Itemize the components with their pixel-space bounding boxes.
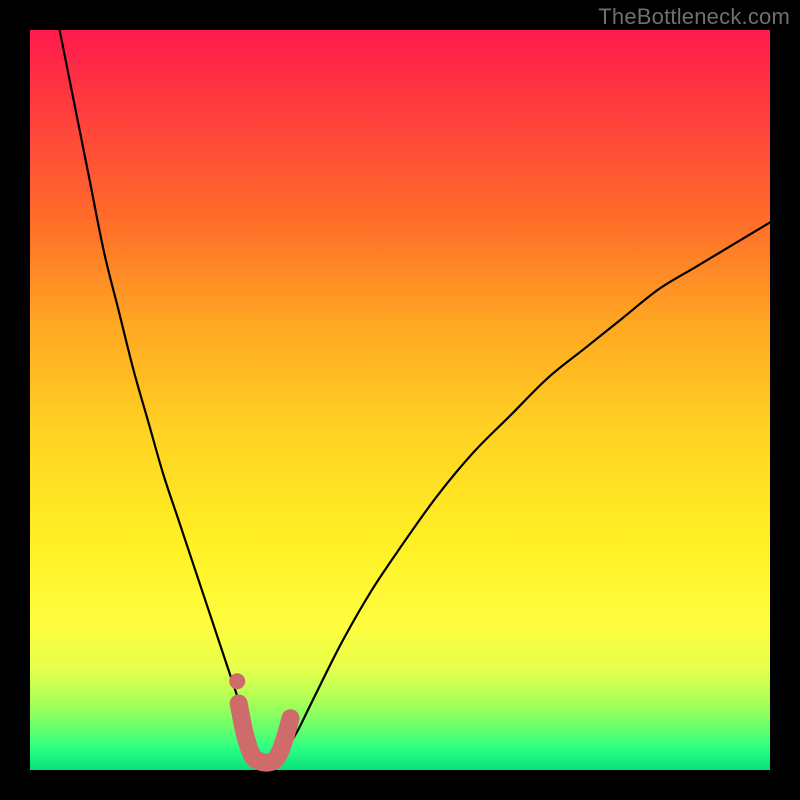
plot-area [30,30,770,770]
chart-svg [30,30,770,770]
watermark-text: TheBottleneck.com [598,4,790,30]
optimal-region-dot [229,673,245,689]
optimal-region-marker [239,703,291,762]
bottleneck-curve [60,30,770,764]
chart-frame: TheBottleneck.com [0,0,800,800]
